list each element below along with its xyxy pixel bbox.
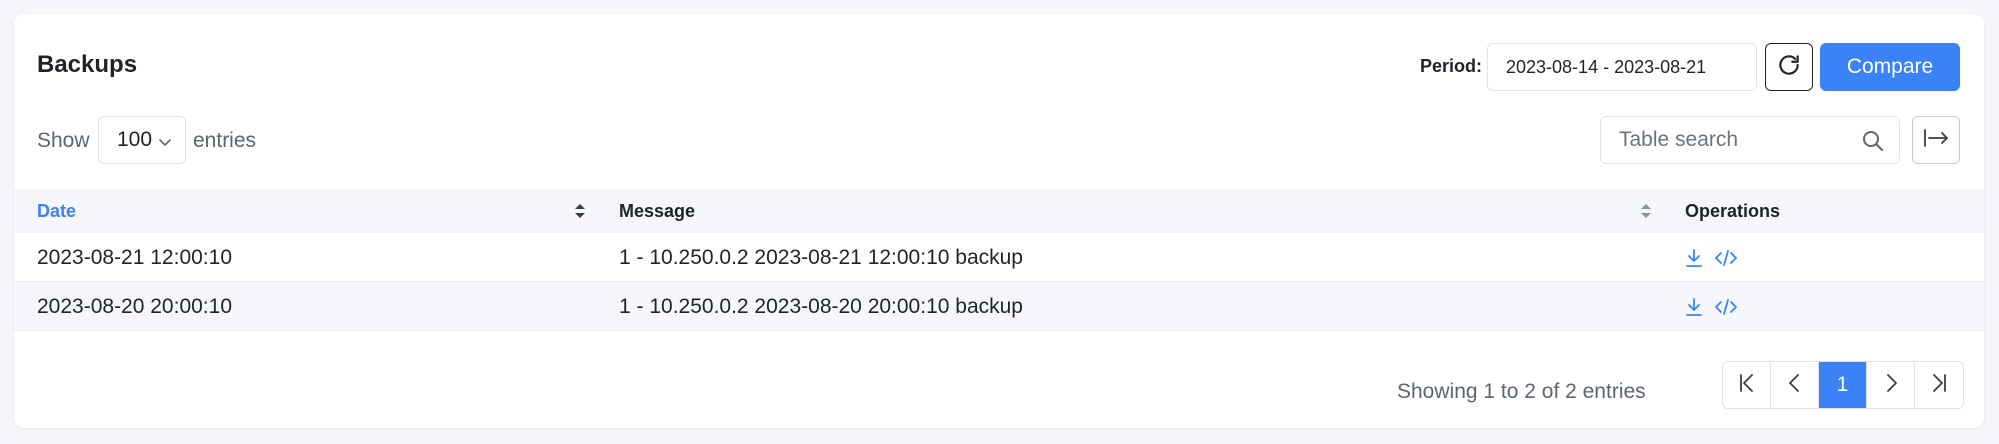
entries-label: entries xyxy=(193,129,257,152)
period-date-range-input[interactable]: 2023-08-14 - 2023-08-21 xyxy=(1487,43,1757,91)
show-label: Show xyxy=(37,129,90,152)
first-page-button[interactable] xyxy=(1723,362,1771,408)
download-icon[interactable] xyxy=(1685,248,1703,268)
page-title: Backups xyxy=(37,51,138,78)
sort-icon[interactable] xyxy=(574,202,586,225)
search-icon[interactable] xyxy=(1861,129,1885,159)
cell-message: 1 - 10.250.0.2 2023-08-21 12:00:10 backu… xyxy=(619,245,1023,269)
last-page-icon xyxy=(1928,372,1950,399)
table-search-placeholder: Table search xyxy=(1619,128,1739,151)
refresh-button[interactable] xyxy=(1765,43,1813,91)
export-button[interactable] xyxy=(1912,116,1960,164)
arrow-to-right-icon xyxy=(1922,126,1950,155)
last-page-button[interactable] xyxy=(1915,362,1963,408)
pagination: 1 xyxy=(1722,361,1964,409)
backups-table: Date Message Operations 2023-08-21 12:00… xyxy=(14,189,1984,331)
pagination-info: Showing 1 to 2 of 2 entries xyxy=(1397,380,1646,403)
code-icon[interactable] xyxy=(1715,298,1737,316)
sort-icon[interactable] xyxy=(1640,202,1652,225)
refresh-icon xyxy=(1776,52,1802,83)
chevron-left-icon xyxy=(1784,372,1806,399)
page-button-1[interactable]: 1 xyxy=(1819,362,1867,408)
entries-per-page-value: 100 xyxy=(117,128,153,151)
compare-button[interactable]: Compare xyxy=(1820,43,1960,91)
cell-operations xyxy=(1685,233,1737,282)
table-row: 2023-08-21 12:00:10 1 - 10.250.0.2 2023-… xyxy=(14,233,1984,282)
column-header-operations: Operations xyxy=(1685,200,1781,221)
backups-card: Backups Period: 2023-08-14 - 2023-08-21 … xyxy=(14,14,1984,428)
column-header-message[interactable]: Message xyxy=(619,189,695,233)
table-search-input[interactable]: Table search xyxy=(1600,116,1900,164)
next-page-button[interactable] xyxy=(1867,362,1915,408)
table-row: 2023-08-20 20:00:10 1 - 10.250.0.2 2023-… xyxy=(14,282,1984,331)
entries-per-page-select[interactable]: 100 xyxy=(98,116,186,164)
cell-date: 2023-08-20 20:00:10 xyxy=(37,294,232,318)
cell-date: 2023-08-21 12:00:10 xyxy=(37,245,232,269)
table-header: Date Message Operations xyxy=(14,189,1984,233)
column-header-date[interactable]: Date xyxy=(37,189,76,233)
chevron-down-icon xyxy=(157,132,173,156)
download-icon[interactable] xyxy=(1685,297,1703,317)
first-page-icon xyxy=(1736,372,1758,399)
code-icon[interactable] xyxy=(1715,249,1737,267)
period-label: Period: xyxy=(1420,56,1483,76)
cell-operations xyxy=(1685,282,1737,331)
cell-message: 1 - 10.250.0.2 2023-08-20 20:00:10 backu… xyxy=(619,294,1023,318)
chevron-right-icon xyxy=(1880,372,1902,399)
previous-page-button[interactable] xyxy=(1771,362,1819,408)
